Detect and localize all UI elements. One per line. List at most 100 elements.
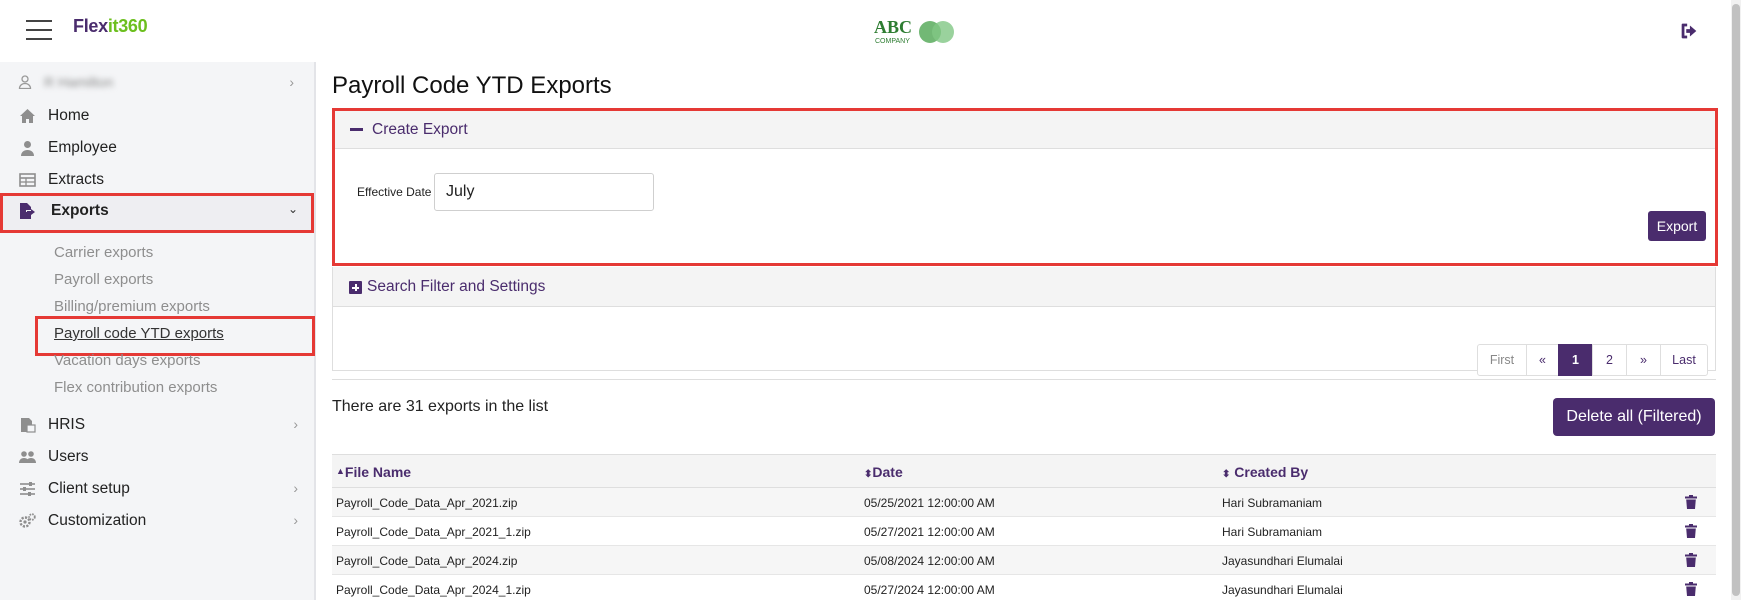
search-filter-title: Search Filter and Settings [367,278,546,295]
pager-next[interactable]: » [1626,344,1661,376]
sidebar-item-label: Home [48,107,90,124]
submenu-carrier-exports[interactable]: Carrier exports [54,244,153,261]
sidebar-item-label: Exports [51,202,109,219]
company-logo: ABC COMPANY [874,17,954,45]
scrollbar-thumb[interactable] [1732,4,1740,596]
sidebar-item-customization[interactable]: Customization › [0,503,314,539]
pager-last[interactable]: Last [1660,344,1708,376]
cell-file-name[interactable]: Payroll_Code_Data_Apr_2021_1.zip [336,525,531,539]
cell-file-name[interactable]: Payroll_Code_Data_Apr_2024.zip [336,554,517,568]
chevron-right-icon: › [293,512,298,528]
pager-page-1[interactable]: 1 [1558,344,1593,376]
chevron-right-icon: › [293,480,298,496]
minus-icon [350,128,363,131]
create-export-panel: Create Export Effective Date Export [332,108,1718,266]
hamburger-menu-icon[interactable] [26,20,52,40]
column-header-label: File Name [344,464,412,480]
cell-date: 05/08/2024 12:00:00 AM [864,554,995,568]
submenu-payroll-exports[interactable]: Payroll exports [54,271,153,288]
sidebar-item-hris[interactable]: HRIS › [0,407,314,443]
submenu-payroll-code-ytd-exports[interactable]: Payroll code YTD exports [54,325,224,342]
app-logo[interactable]: Flexit360 [73,16,148,37]
sidebar-item-home[interactable]: Home [0,98,314,134]
company-logo-subtext: COMPANY [875,38,910,45]
submenu-flex-contribution-exports[interactable]: Flex contribution exports [54,379,217,396]
effective-date-input[interactable] [434,173,654,211]
effective-date-label: Effective Date [357,185,432,199]
sidebar-item-label: Extracts [48,171,104,188]
trash-icon[interactable] [1685,553,1697,567]
top-bar: Flexit360 ABC COMPANY [0,0,1731,62]
page-scrollbar[interactable] [1731,0,1741,600]
table-row[interactable]: Payroll_Code_Data_Apr_2021.zip 05/25/202… [332,488,1716,517]
sidebar-item-label: HRIS [48,416,86,433]
users-icon [19,451,36,463]
column-header-label: Date [872,464,903,480]
sidebar: R Hamilton › Home Employee Extracts Expo… [0,62,316,600]
trash-icon[interactable] [1685,524,1697,538]
cell-created-by: Hari Subramaniam [1222,525,1323,539]
trash-icon[interactable] [1685,495,1697,509]
cell-date: 05/27/2021 12:00:00 AM [864,525,995,539]
chevron-right-icon: › [289,74,294,90]
employee-icon [21,141,34,156]
table-row[interactable]: Payroll_Code_Data_Apr_2021_1.zip 05/27/2… [332,517,1716,546]
pagination: First « 1 2 » Last [1477,344,1708,376]
sliders-icon [20,482,35,496]
sidebar-item-client-setup[interactable]: Client setup › [0,471,314,507]
cell-created-by: Jayasundhari Elumalai [1222,554,1343,568]
file-export-icon [20,203,35,219]
chevron-down-icon: ⌄ [287,202,298,216]
table-row[interactable]: Payroll_Code_Data_Apr_2024_1.zip 05/27/2… [332,575,1716,600]
cell-created-by: Jayasundhari Elumalai [1222,583,1343,597]
pager-first[interactable]: First [1477,344,1527,376]
sort-icon: ⬍ [1222,469,1231,480]
sidebar-item-users[interactable]: Users [0,439,314,475]
chevron-right-icon: › [293,416,298,432]
submenu-vacation-days-exports[interactable]: Vacation days exports [54,352,200,369]
delete-all-filtered-button[interactable]: Delete all (Filtered) [1553,398,1715,436]
create-export-header[interactable]: Create Export [335,111,1715,149]
sort-asc-icon: ▲ [336,466,345,476]
table-header: ▲File Name ⬍Date ⬍ Created By [332,454,1716,488]
sidebar-user[interactable]: R Hamilton › [18,72,304,94]
sidebar-item-label: Client setup [48,480,130,497]
cell-date: 05/25/2021 12:00:00 AM [864,496,995,510]
gears-icon [19,513,36,528]
plus-square-icon [349,281,362,294]
user-icon [18,75,32,89]
trash-icon[interactable] [1685,582,1697,596]
cell-file-name[interactable]: Payroll_Code_Data_Apr_2021.zip [336,496,517,510]
cell-date: 05/27/2024 12:00:00 AM [864,583,995,597]
sidebar-item-label: Users [48,448,89,465]
main-content: Payroll Code YTD Exports Create Export E… [318,62,1731,600]
sidebar-item-label: Customization [48,512,147,529]
logout-icon[interactable] [1678,20,1700,42]
column-header-created-by[interactable]: ⬍ Created By [1222,464,1308,480]
user-name: R Hamilton [44,74,114,90]
cell-file-name[interactable]: Payroll_Code_Data_Apr_2024_1.zip [336,583,531,597]
hris-icon [21,418,36,433]
home-icon [20,109,35,123]
sidebar-item-label: Employee [48,139,117,156]
submenu-billing-premium-exports[interactable]: Billing/premium exports [54,298,210,315]
column-header-date[interactable]: ⬍Date [864,464,903,480]
search-filter-header[interactable]: Search Filter and Settings [333,267,1715,307]
brand-name-part2: it360 [107,16,148,36]
exports-table: ▲File Name ⬍Date ⬍ Created By Payroll_Co… [332,454,1716,600]
brand-name-part1: Flex [73,16,108,36]
column-header-file-name[interactable]: ▲File Name [336,464,411,480]
sidebar-item-exports[interactable]: Exports ⌄ [0,193,314,233]
export-button[interactable]: Export [1648,211,1706,241]
pager-prev[interactable]: « [1526,344,1559,376]
table-icon [19,173,36,187]
sidebar-item-employee[interactable]: Employee [0,130,314,166]
export-count-text: There are 31 exports in the list [332,398,549,415]
pager-page-2[interactable]: 2 [1592,344,1627,376]
table-row[interactable]: Payroll_Code_Data_Apr_2024.zip 05/08/202… [332,546,1716,575]
divider [332,379,1716,380]
company-logo-text: ABC [874,17,912,37]
cell-created-by: Hari Subramaniam [1222,496,1323,510]
create-export-title: Create Export [372,121,468,138]
page-title: Payroll Code YTD Exports [332,72,612,99]
